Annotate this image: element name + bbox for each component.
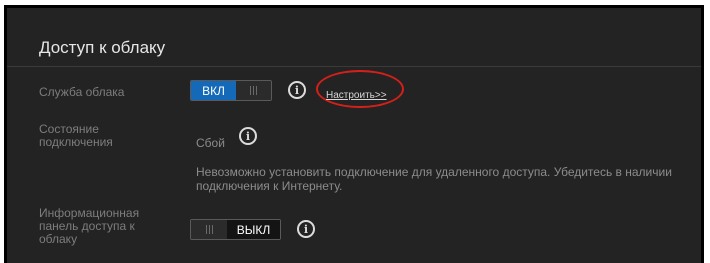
connection-status-value: Сбой: [196, 136, 225, 150]
section-title: Доступ к облаку: [39, 38, 166, 57]
toggle-grip-handle: [236, 81, 271, 100]
toggle-off-label: ВЫКЛ: [227, 220, 280, 239]
connection-status-label: Состояние подключения: [39, 122, 113, 149]
dashboard-info-icon[interactable]: i: [297, 220, 315, 238]
cloud-access-panel: Доступ к облаку Служба облака ВКЛ i Наст…: [4, 5, 704, 263]
dashboard-label: Информационная панель доступа к облаку: [39, 206, 140, 246]
cloud-service-label: Служба облака: [39, 85, 125, 99]
cloud-service-toggle[interactable]: ВКЛ: [190, 80, 272, 101]
toggle-grip-handle: [191, 220, 227, 239]
section-divider: [7, 66, 701, 67]
configure-link[interactable]: Настроить>>: [326, 90, 387, 101]
dashboard-toggle[interactable]: ВЫКЛ: [190, 219, 281, 240]
cloud-service-info-icon[interactable]: i: [288, 81, 306, 99]
toggle-on-label: ВКЛ: [191, 81, 236, 100]
connection-error-message: Невозможно установить подключение для уд…: [196, 165, 672, 193]
screenshot-frame: Доступ к облаку Служба облака ВКЛ i Наст…: [0, 0, 710, 263]
annotation-highlight-ring: [316, 70, 404, 108]
connection-status-info-icon[interactable]: i: [239, 127, 257, 145]
